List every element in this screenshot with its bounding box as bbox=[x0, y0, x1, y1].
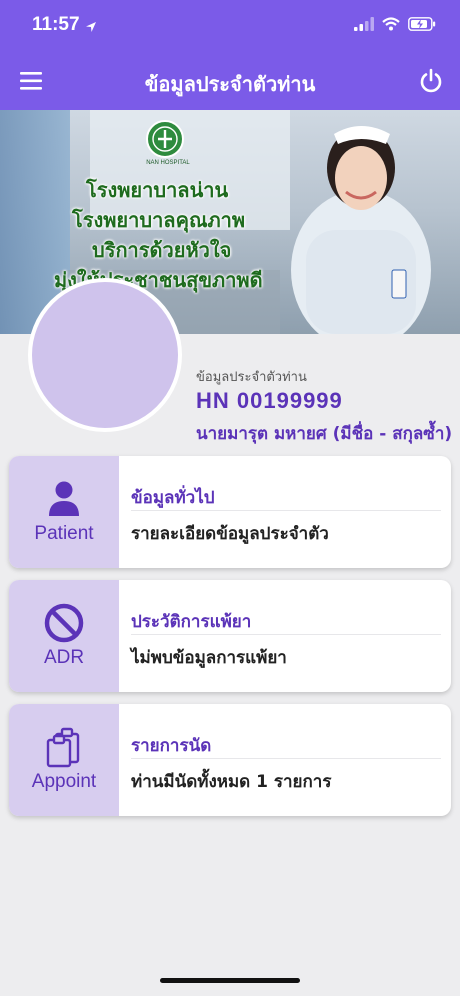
hospital-logo bbox=[146, 120, 184, 158]
person-icon bbox=[49, 481, 79, 516]
home-indicator[interactable] bbox=[160, 978, 300, 983]
appointment-card[interactable]: Appoint รายการนัด ท่านมีนัดทั้งหมด 1 ราย… bbox=[9, 704, 451, 816]
card-side-label: Patient bbox=[34, 523, 94, 544]
card-side-panel: ADR bbox=[9, 580, 119, 692]
profile-caption: ข้อมูลประจำตัวท่าน bbox=[196, 370, 307, 385]
drug-allergy-card[interactable]: ADR ประวัติการแพ้ยา ไม่พบข้อมูลการแพ้ยา bbox=[9, 580, 451, 692]
card-divider bbox=[131, 634, 441, 635]
card-side-panel: Appoint bbox=[9, 704, 119, 816]
card-title: ประวัติการแพ้ยา bbox=[131, 612, 252, 632]
card-description: ท่านมีนัดทั้งหมด 1 รายการ bbox=[131, 772, 332, 792]
power-icon bbox=[420, 68, 442, 93]
card-title: ข้อมูลทั่วไป bbox=[131, 488, 215, 508]
nav-bar: ข้อมูลประจำตัวท่าน bbox=[0, 52, 460, 110]
card-description: รายละเอียดข้อมูลประจำตัว bbox=[131, 524, 329, 544]
wifi-icon bbox=[382, 16, 400, 35]
clipboard-icon bbox=[46, 727, 80, 768]
card-side-panel: Patient bbox=[9, 456, 119, 568]
nurse-photo bbox=[291, 126, 431, 334]
patient-info-card[interactable]: Patient ข้อมูลทั่วไป รายละเอียดข้อมูลประ… bbox=[9, 456, 451, 568]
card-side-label: ADR bbox=[43, 647, 85, 668]
battery-charging-icon bbox=[408, 16, 436, 35]
avatar bbox=[28, 278, 182, 432]
card-description: ไม่พบข้อมูลการแพ้ยา bbox=[131, 648, 287, 668]
hospital-number: HN 00199999 bbox=[196, 388, 343, 413]
location-arrow-icon bbox=[85, 18, 97, 37]
status-bar: 11:57 bbox=[0, 0, 460, 52]
prohibited-icon bbox=[44, 603, 84, 643]
card-title: รายการนัด bbox=[131, 736, 212, 756]
banner-line-3: บริการด้วยหัวใจ bbox=[92, 238, 232, 262]
status-time: 11:57 bbox=[32, 14, 80, 35]
logo-caption: NAN HOSPITAL bbox=[146, 160, 190, 166]
logout-button[interactable] bbox=[418, 68, 444, 94]
page-title: ข้อมูลประจำตัวท่าน bbox=[144, 72, 316, 96]
banner-line-2: โรงพยาบาลคุณภาพ bbox=[72, 208, 246, 232]
card-divider bbox=[131, 758, 441, 759]
banner-line-1: โรงพยาบาลน่าน bbox=[86, 178, 229, 202]
card-side-label: Appoint bbox=[31, 771, 97, 792]
signal-icon bbox=[354, 16, 374, 35]
card-divider bbox=[131, 510, 441, 511]
patient-name: นายมารุต มหายศ (มีชื่อ - สกุลซ้ำ) bbox=[196, 424, 453, 444]
